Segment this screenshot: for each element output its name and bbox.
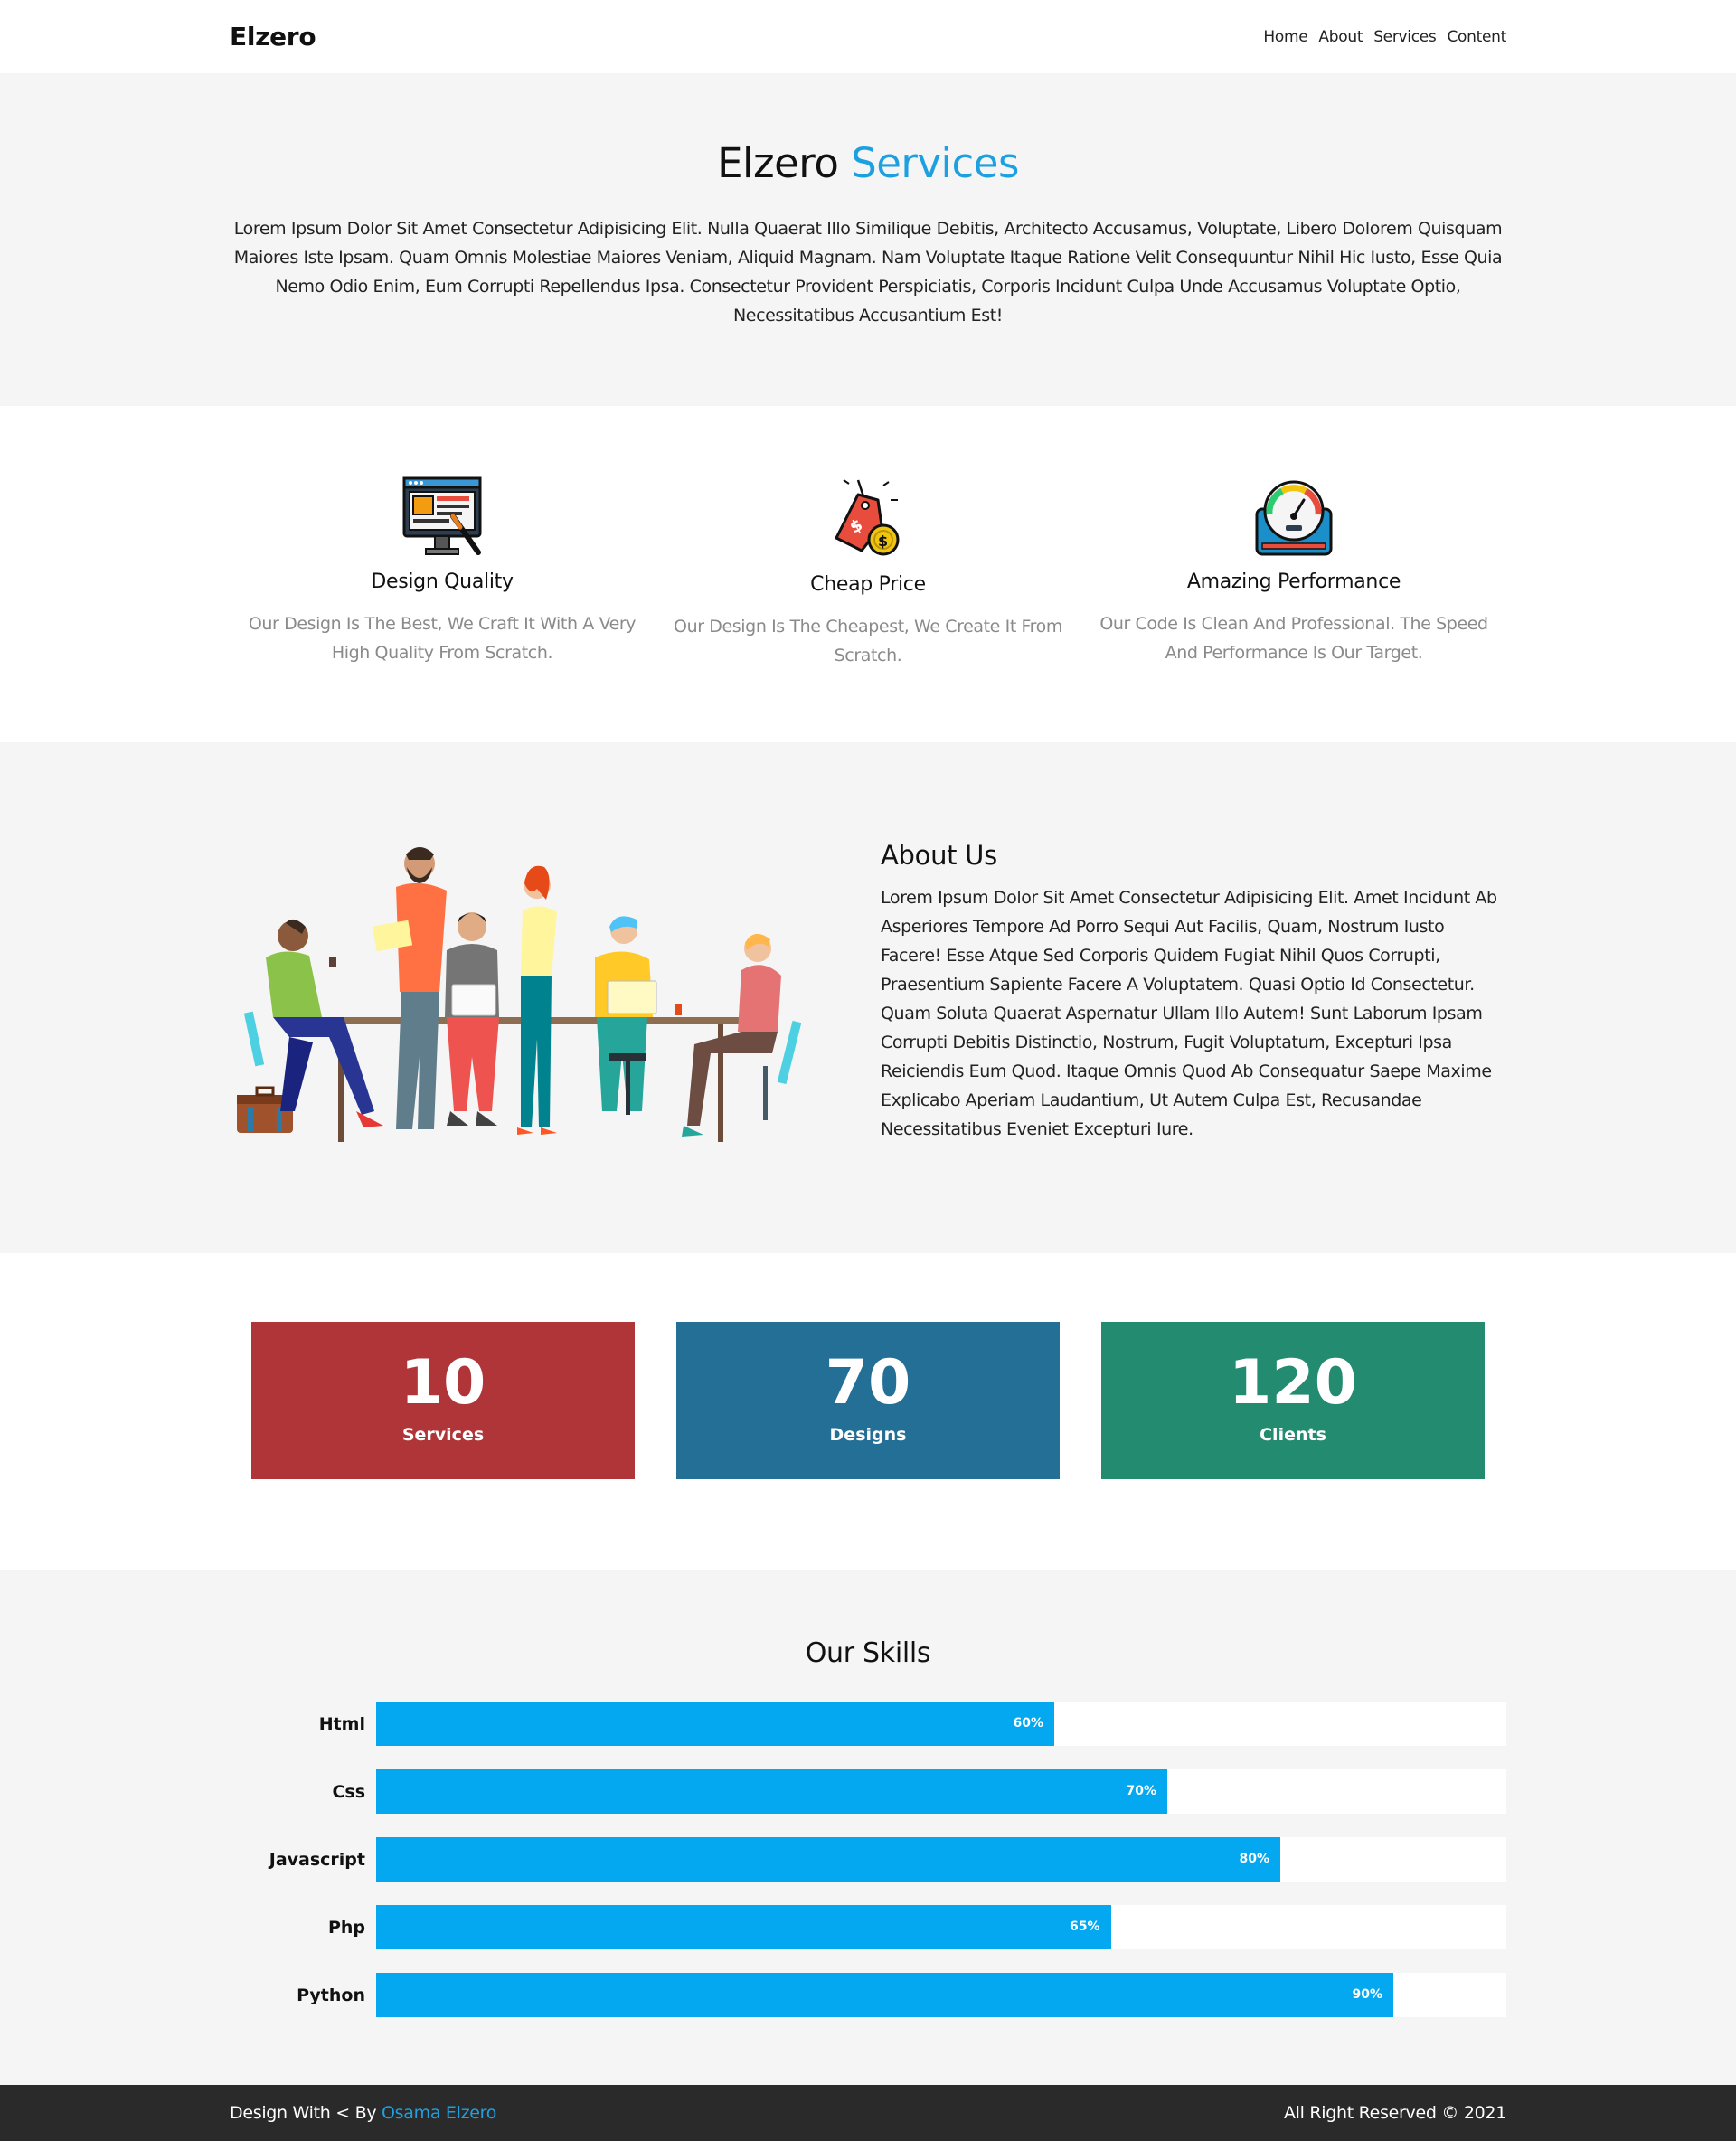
intro-title: Elzero Services xyxy=(230,139,1506,187)
footer-credit: Design With < By Osama Elzero xyxy=(230,2103,496,2123)
skill-row-php: Php 65% xyxy=(230,1905,1506,1949)
skill-percent: 90% xyxy=(1352,1987,1382,2002)
skill-progress-track: 90% xyxy=(376,1973,1506,2017)
skill-row-css: Css 70% xyxy=(230,1769,1506,1814)
intro-title-accent: Services xyxy=(851,139,1019,187)
skill-name: Php xyxy=(327,1917,365,1938)
about-title: About Us xyxy=(881,840,997,871)
footer-author-link[interactable]: Osama Elzero xyxy=(382,2103,496,2123)
site-footer: Design With < By Osama Elzero All Right … xyxy=(0,2085,1736,2141)
skill-progress-fill: 60% xyxy=(376,1702,1054,1746)
intro-title-main: Elzero xyxy=(717,139,839,187)
skills-title: Our Skills xyxy=(805,1637,931,1669)
skill-progress-fill: 90% xyxy=(376,1973,1393,2017)
service-card-design-quality: Design Quality Our Design Is The Best, W… xyxy=(230,475,655,670)
skill-name: Python xyxy=(297,1985,365,2005)
services-section: Design Quality Our Design Is The Best, W… xyxy=(0,406,1736,742)
skill-progress-track: 65% xyxy=(376,1905,1506,1949)
service-title: Design Quality xyxy=(371,571,514,593)
service-card-cheap-price: $ $ Cheap Price Our Design Is The Cheape… xyxy=(656,475,1080,670)
skill-name: Css xyxy=(332,1781,365,1802)
nav-link-about[interactable]: About xyxy=(1318,28,1363,46)
footer-credit-prefix: Design With < By xyxy=(230,2103,377,2123)
nav-link-services[interactable]: Services xyxy=(1373,28,1437,46)
stat-number: 10 xyxy=(400,1347,486,1419)
skill-row-javascript: Javascript 80% xyxy=(230,1837,1506,1882)
stat-card-clients: 120 Clients xyxy=(1101,1322,1485,1479)
service-title: Cheap Price xyxy=(810,573,926,596)
stat-number: 70 xyxy=(825,1347,911,1419)
skill-percent: 60% xyxy=(1013,1716,1043,1731)
skills-section: Our Skills Html 60% Css 70% Javascript 8… xyxy=(0,1570,1736,2085)
skill-name: Html xyxy=(318,1713,365,1734)
service-card-amazing-performance: Amazing Performance Our Code Is Clean An… xyxy=(1081,475,1506,670)
stat-label: Clients xyxy=(1260,1425,1326,1445)
footer-copyright: All Right Reserved © 2021 xyxy=(1283,2103,1506,2123)
about-paragraph: Lorem Ipsum Dolor Sit Amet Consectetur A… xyxy=(881,888,1497,1139)
design-monitor-icon xyxy=(230,475,655,558)
stats-section: 10 Services 70 Designs 120 Clients xyxy=(0,1253,1736,1570)
about-text: About Us Lorem Ipsum Dolor Sit Amet Cons… xyxy=(881,840,1505,1155)
stat-card-services: 10 Services xyxy=(251,1322,635,1479)
skill-percent: 65% xyxy=(1069,1919,1100,1934)
svg-text:$: $ xyxy=(878,533,888,550)
skill-row-python: Python 90% xyxy=(230,1973,1506,2017)
skill-progress-track: 70% xyxy=(376,1769,1506,1814)
nav-link-content[interactable]: Content xyxy=(1447,28,1506,46)
logo[interactable]: Elzero xyxy=(230,22,316,52)
speedometer-icon xyxy=(1081,475,1506,558)
main-nav: Home About Services Content xyxy=(1263,28,1506,46)
stat-card-designs: 70 Designs xyxy=(676,1322,1060,1479)
about-section: About Us Lorem Ipsum Dolor Sit Amet Cons… xyxy=(0,742,1736,1253)
skill-progress-track: 60% xyxy=(376,1702,1506,1746)
intro-paragraph: Lorem Ipsum Dolor Sit Amet Consectetur A… xyxy=(233,219,1503,325)
stat-number: 120 xyxy=(1229,1347,1357,1419)
skill-progress-track: 80% xyxy=(376,1837,1506,1882)
stat-label: Designs xyxy=(829,1425,907,1445)
skill-progress-fill: 65% xyxy=(376,1905,1111,1949)
skill-percent: 80% xyxy=(1239,1852,1269,1866)
stat-label: Services xyxy=(401,1425,485,1445)
team-illustration xyxy=(230,840,863,1155)
intro-section: Elzero Services Lorem Ipsum Dolor Sit Am… xyxy=(0,73,1736,406)
service-text: Our Design Is The Cheapest, We Create It… xyxy=(674,617,1062,665)
service-text: Our Design Is The Best, We Craft It With… xyxy=(248,614,637,663)
service-title: Amazing Performance xyxy=(1186,571,1401,593)
nav-link-home[interactable]: Home xyxy=(1263,28,1307,46)
price-tag-icon: $ $ xyxy=(656,475,1080,560)
skill-progress-fill: 80% xyxy=(376,1837,1280,1882)
service-text: Our Code Is Clean And Professional. The … xyxy=(1099,614,1488,663)
site-header: Elzero Home About Services Content xyxy=(0,0,1736,73)
skills-list: Html 60% Css 70% Javascript 80% Php 65% … xyxy=(230,1702,1506,2017)
skill-progress-fill: 70% xyxy=(376,1769,1167,1814)
skill-percent: 70% xyxy=(1126,1784,1156,1798)
skill-name: Javascript xyxy=(269,1849,365,1870)
skill-row-html: Html 60% xyxy=(230,1702,1506,1746)
